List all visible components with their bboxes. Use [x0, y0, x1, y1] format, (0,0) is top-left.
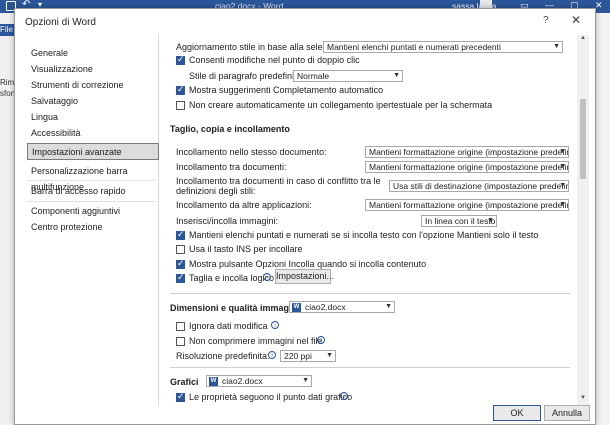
nav-item-advanced[interactable]: Impostazioni avanzate [27, 143, 159, 160]
nav-item-addins[interactable]: Componenti aggiuntivi [27, 203, 159, 219]
between-docs-dropdown[interactable]: Mantieni formattazione origine (impostaz… [365, 161, 569, 173]
info-icon[interactable]: i [317, 336, 325, 344]
dialog-title: Opzioni di Word [25, 17, 96, 28]
info-icon[interactable]: i [268, 351, 276, 359]
nav-item-display[interactable]: Visualizzazione [27, 61, 159, 77]
settings-button[interactable]: Impostazioni... [275, 269, 334, 284]
autocomplete-checkbox[interactable] [176, 84, 185, 95]
conflict-label-line2: definizioni degli stili: [176, 186, 256, 196]
image-section-header: Dimensioni e qualità immagine [170, 303, 303, 313]
images-label: Inserisci/incolla immagini: [176, 216, 279, 226]
follow-point-checkbox[interactable] [176, 391, 185, 402]
chevron-down-icon: ▼ [393, 72, 400, 79]
conflict-dropdown[interactable]: Usa stili di destinazione (impostazione … [389, 180, 569, 192]
chevron-down-icon: ▼ [487, 217, 494, 224]
hyperlink-label: Non creare automaticamente un collegamen… [189, 100, 493, 110]
chevron-down-icon: ▼ [559, 163, 566, 170]
no-compress-checkbox[interactable] [176, 337, 185, 346]
chevron-down-icon: ▼ [326, 352, 333, 359]
nav-item-quick-access[interactable]: Barra di accesso rapido [27, 183, 159, 199]
file-tab[interactable]: File [0, 24, 14, 36]
resolution-label: Risoluzione predefinita: [176, 351, 270, 361]
charts-doc-dropdown[interactable]: W ciao2.docx ▼ [206, 375, 312, 387]
word-doc-icon: W [292, 303, 301, 312]
nav-item-trust-center[interactable]: Centro protezione [27, 219, 159, 235]
advanced-options-panel: Aggiornamento stile in base alla selezio… [163, 35, 573, 405]
resolution-dropdown[interactable]: 220 ppi ▼ [280, 350, 336, 362]
other-apps-label: Incollamento da altre applicazioni: [176, 200, 312, 210]
chevron-down-icon: ▼ [302, 377, 309, 384]
cancel-button[interactable]: Annulla [544, 405, 590, 421]
style-update-label: Aggiornamento stile in base alla selezio… [176, 42, 347, 52]
other-apps-dropdown[interactable]: Mantieni formattazione origine (impostaz… [365, 199, 569, 211]
smart-cut-checkbox[interactable] [176, 272, 185, 283]
same-doc-dropdown[interactable]: Mantieni formattazione origine (impostaz… [365, 146, 569, 158]
smart-cut-label: Taglia e incolla logico [189, 273, 275, 283]
charts-section-header: Grafici [170, 377, 199, 387]
paste-options-label: Mostra pulsante Opzioni Incolla quando s… [189, 259, 427, 269]
hyperlink-checkbox[interactable] [176, 101, 185, 110]
image-doc-dropdown[interactable]: W ciao2.docx ▼ [289, 301, 395, 313]
nav-item-save[interactable]: Salvataggio [27, 93, 159, 109]
keep-bullets-checkbox[interactable] [176, 229, 185, 240]
content-scrollbar[interactable]: ▲ ▼ [577, 35, 589, 405]
info-icon[interactable]: i [340, 392, 348, 400]
nav-item-general[interactable]: Generale [27, 45, 159, 61]
word-left-strip: File Rimu sfon [0, 13, 19, 423]
para-style-label: Stile di paragrafo predefinito: [189, 71, 305, 81]
para-style-dropdown[interactable]: Normale ▼ [293, 70, 403, 82]
nav-item-customize-ribbon[interactable]: Personalizzazione barra multifunzione [27, 163, 159, 192]
info-icon[interactable]: i [271, 321, 279, 329]
section-divider [170, 293, 570, 294]
help-icon[interactable]: ? [543, 15, 549, 26]
ins-key-checkbox[interactable] [176, 245, 185, 254]
window-close-icon[interactable]: ✕ [595, 0, 603, 11]
dblclick-checkbox[interactable] [176, 54, 185, 65]
autocomplete-label: Mostra suggerimenti Completamento automa… [189, 85, 384, 95]
no-compress-label: Non comprimere immagini nel file [189, 336, 323, 346]
paste-section-header: Taglio, copia e incollamento [170, 124, 290, 134]
nav-item-proofing[interactable]: Strumenti di correzione [27, 77, 159, 93]
style-update-dropdown[interactable]: Mantieni elenchi puntati e numerati prec… [323, 41, 563, 53]
same-doc-label: Incollamento nello stesso documento: [176, 147, 327, 157]
chevron-down-icon: ▼ [559, 182, 566, 189]
scroll-down-icon[interactable]: ▼ [580, 395, 586, 401]
chevron-down-icon: ▼ [559, 148, 566, 155]
options-nav: Generale Visualizzazione Strumenti di co… [25, 35, 159, 405]
between-docs-label: Incollamento tra documenti: [176, 162, 287, 172]
word-doc-icon: W [209, 377, 218, 386]
paste-options-checkbox[interactable] [176, 258, 185, 269]
nav-item-language[interactable]: Lingua [27, 109, 159, 125]
section-divider [170, 367, 570, 368]
ignore-edit-label: Ignora dati modifica [189, 321, 268, 331]
dblclick-label: Consenti modifiche nel punto di doppio c… [189, 55, 360, 65]
ok-button[interactable]: OK [493, 405, 541, 421]
chevron-down-icon: ▼ [559, 201, 566, 208]
follow-point-label: Le proprietà seguono il punto dati grafi… [189, 392, 353, 402]
keep-bullets-label: Mantieni elenchi puntati e numerati se s… [189, 230, 539, 240]
word-options-dialog: Opzioni di Word ? ✕ Generale Visualizzaz… [14, 8, 596, 425]
scroll-up-icon[interactable]: ▲ [580, 35, 586, 41]
conflict-label-line1: Incollamento tra documenti in caso di co… [176, 176, 381, 186]
nav-separator [27, 201, 155, 202]
close-icon[interactable]: ✕ [571, 13, 581, 27]
nav-separator [27, 180, 155, 181]
chevron-down-icon: ▼ [553, 43, 560, 50]
images-dropdown[interactable]: In linea con il testo ▼ [421, 215, 497, 227]
info-icon[interactable]: i [263, 273, 271, 281]
ins-key-label: Usa il tasto INS per incollare [189, 244, 303, 254]
chevron-down-icon: ▼ [385, 303, 392, 310]
nav-item-accessibility[interactable]: Accessibilità [27, 125, 159, 141]
ignore-edit-checkbox[interactable] [176, 322, 185, 331]
scroll-thumb[interactable] [580, 99, 586, 179]
